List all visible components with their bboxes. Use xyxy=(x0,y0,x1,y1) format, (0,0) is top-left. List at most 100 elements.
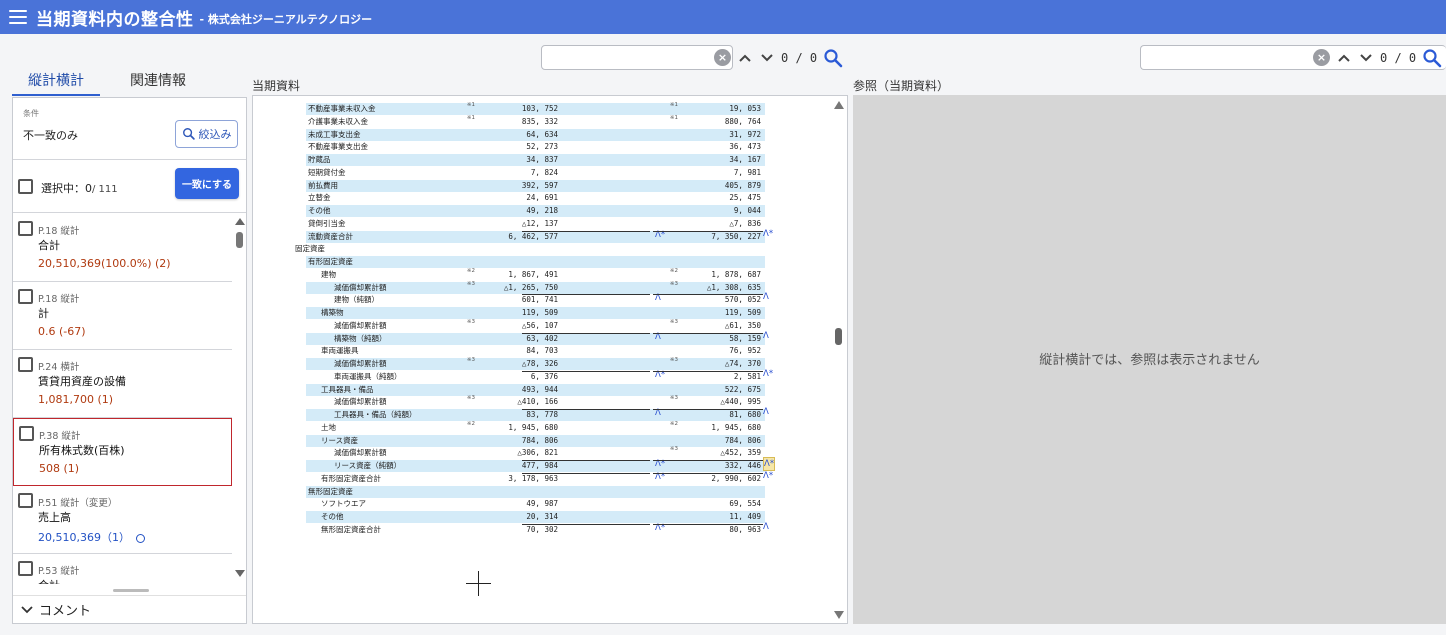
doc-search-count: 0 / 0 xyxy=(781,50,818,65)
list-item[interactable]: P.18 縦計 合計 20,510,369(100.0%) (2) xyxy=(13,214,232,282)
reference-viewer: 縦計横計では、参照は表示されません xyxy=(853,95,1446,624)
list-item[interactable]: P.18 縦計 計 0.6 (-67) xyxy=(13,282,232,350)
item-page-ref: P.24 横計 xyxy=(38,362,80,373)
current-period-value: △12, 137 xyxy=(521,218,558,228)
scroll-up-icon[interactable] xyxy=(834,101,844,109)
statement-row: 流動資産合計 6, 462, 577 7, 350, 227 Λ* Λ* xyxy=(306,229,773,243)
statement-row: 前払費用 392, 597 405, 879 xyxy=(306,179,765,192)
crosshair-cursor xyxy=(466,583,491,584)
prior-period-value: 58, 159 xyxy=(729,333,761,343)
filter-button[interactable]: 絞込み xyxy=(175,120,238,148)
row-label: リース資産（純額） xyxy=(334,461,402,470)
total-underline xyxy=(653,472,763,474)
statement-row: 工具器具・備品（純額） 83, 778 81, 680 Λ Λ xyxy=(306,407,769,421)
current-period-value: 6, 376 xyxy=(530,371,558,381)
row-label: ソフトウエア xyxy=(321,499,366,509)
current-period-value: 392, 597 xyxy=(521,180,558,190)
row-label: 貸倒引当金 xyxy=(308,218,346,228)
row-label: 減価償却累計額 xyxy=(334,320,387,330)
statement-row: 構築物（純額） 63, 402 58, 159 Λ Λ xyxy=(306,331,769,345)
current-period-value: 70, 302 xyxy=(526,524,558,534)
prior-period-value: 784, 806 xyxy=(724,435,761,445)
tab-related-info[interactable]: 関連情報 xyxy=(130,66,186,96)
row-label: 減価償却累計額 xyxy=(334,448,387,458)
total-underline xyxy=(653,523,763,525)
menu-icon[interactable] xyxy=(9,10,27,24)
list-item[interactable]: P.24 横計 賃貸用資産の設備 1,081,700 (1) xyxy=(13,350,232,418)
search-icon[interactable] xyxy=(1422,48,1442,68)
prior-period-value: △61, 350 xyxy=(724,320,761,330)
row-label: 工具器具・備品（純額） xyxy=(334,410,417,419)
statement-row: 建物 1, 867, 491 1, 878, 687 ※2 ※2 xyxy=(306,268,765,281)
selection-status: 選択中：0/ 111 xyxy=(41,180,118,196)
prior-period-value: 7, 981 xyxy=(733,167,761,177)
total-underline xyxy=(653,460,763,461)
condition-value[interactable]: 不一致のみ xyxy=(23,127,78,143)
current-period-value: 119, 509 xyxy=(521,308,558,317)
sum-check-mark: Λ* xyxy=(763,470,774,481)
statement-row: 貸倒引当金 △12, 137 △7, 836 xyxy=(306,218,765,230)
scroll-down-icon[interactable] xyxy=(834,611,844,619)
search-icon[interactable] xyxy=(823,48,843,68)
item-checkbox[interactable] xyxy=(18,493,33,508)
scroll-up-icon[interactable] xyxy=(235,218,245,225)
tab-vertical-horizontal-sum[interactable]: 縦計横計 xyxy=(12,66,100,96)
list-scrollbar[interactable] xyxy=(233,214,246,584)
prior-period-value: 31, 972 xyxy=(729,129,761,139)
select-all-checkbox[interactable] xyxy=(18,179,33,194)
item-checkbox[interactable] xyxy=(18,561,33,576)
statement-row: 不動産事業支出金 52, 273 36, 473 xyxy=(306,141,765,153)
doc-scrollbar[interactable] xyxy=(830,96,847,623)
doc-search-controls: × 0 / 0 xyxy=(714,45,843,70)
chevron-up-icon[interactable] xyxy=(1336,50,1352,66)
check-list-panel: 条件 不一致のみ 絞込み 選択中：0/ 111 一致にする P.18 縦計 合計… xyxy=(12,97,247,624)
footnote-mark: ※1 xyxy=(669,114,678,121)
scroll-thumb[interactable] xyxy=(236,232,243,248)
row-label: 無形固定資産合計 xyxy=(321,524,381,534)
row-label: 土地 xyxy=(321,422,336,432)
prior-period-value: △440, 995 xyxy=(720,397,761,407)
list-item-selected[interactable]: P.38 縦計 所有株式数(百株) 508 (1) xyxy=(13,418,232,486)
chevron-down-icon xyxy=(21,605,33,613)
row-label: 工具器具・備品 xyxy=(321,384,374,394)
scroll-thumb[interactable] xyxy=(835,328,842,345)
row-label: 有形固定資産合計 xyxy=(321,473,381,483)
statement-row: 減価償却累計額 △306, 821 △452, 359 ※3 xyxy=(306,446,765,459)
total-underline xyxy=(653,332,763,334)
item-name: 所有株式数(百株) xyxy=(39,444,125,457)
row-label: 減価償却累計額 xyxy=(334,397,387,407)
prior-period-value: 119, 509 xyxy=(724,308,761,317)
chevron-down-icon[interactable] xyxy=(759,50,775,66)
item-checkbox[interactable] xyxy=(18,221,33,236)
clear-search-icon[interactable]: × xyxy=(1313,49,1330,66)
footnote-mark: ※3 xyxy=(669,446,678,453)
current-period-value: 477, 984 xyxy=(521,461,558,470)
footnote-mark: ※3 xyxy=(466,357,475,363)
total-underline xyxy=(522,230,650,232)
comment-toggle[interactable]: コメント xyxy=(13,595,246,623)
chevron-up-icon[interactable] xyxy=(737,50,753,66)
statement-row: 建物（純額） 601, 741 570, 052 Λ Λ xyxy=(306,292,769,306)
item-checkbox[interactable] xyxy=(19,426,34,441)
current-period-value: 7, 824 xyxy=(530,167,558,177)
current-period-value: 20, 314 xyxy=(526,512,558,521)
current-period-value: 1, 945, 680 xyxy=(508,422,558,432)
statement-row: 固定資産 xyxy=(295,243,765,255)
list-item[interactable]: P.53 縦計 合計 xyxy=(13,554,232,584)
doc-search-input[interactable] xyxy=(541,45,733,70)
row-label: 構築物（純額） xyxy=(334,333,387,343)
item-value-wrap: 20,510,369（1） xyxy=(38,529,145,545)
resize-handle[interactable] xyxy=(113,589,149,592)
row-label: 減価償却累計額 xyxy=(334,359,387,368)
prior-period-value: 11, 409 xyxy=(729,512,761,521)
prior-period-value: 1, 945, 680 xyxy=(711,422,761,432)
mark-as-match-button[interactable]: 一致にする xyxy=(175,168,239,199)
chevron-down-icon[interactable] xyxy=(1358,50,1374,66)
item-page-ref: P.53 縦計 xyxy=(38,566,80,577)
clear-search-icon[interactable]: × xyxy=(714,49,731,66)
list-item[interactable]: P.51 縦計（変更） 売上高 20,510,369（1） xyxy=(13,486,232,554)
item-checkbox[interactable] xyxy=(18,357,33,372)
item-checkbox[interactable] xyxy=(18,289,33,304)
scroll-down-icon[interactable] xyxy=(235,570,245,577)
document-viewer[interactable]: 不動産事業未収入金 103, 752 19, 053 ※1 ※1 介護事業未収入金 835,… xyxy=(252,95,848,624)
